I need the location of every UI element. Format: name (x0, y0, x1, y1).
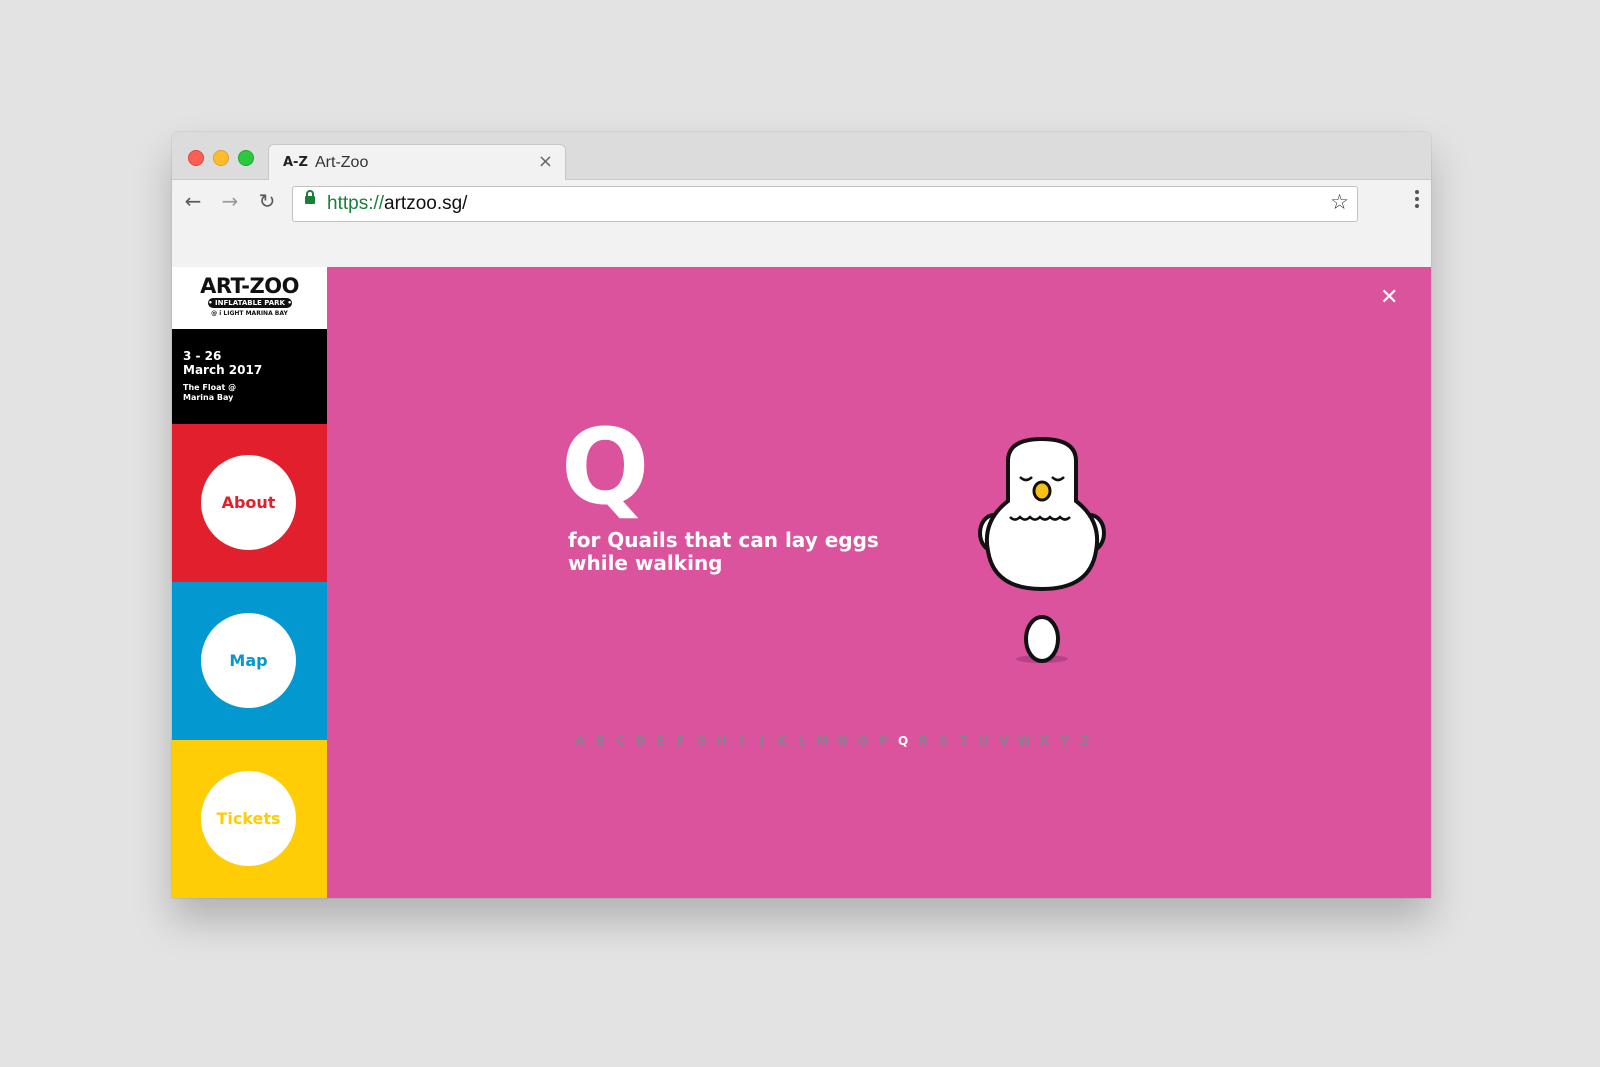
site-logo[interactable]: ART-ZOO • INFLATABLE PARK • @ i LIGHT MA… (172, 267, 327, 329)
lock-icon (305, 190, 315, 204)
alphabet-letter-r[interactable]: R (913, 734, 933, 754)
caption-line-2: while walking (568, 551, 723, 575)
letter-caption: for Quails that can lay eggs while walki… (568, 529, 888, 575)
alphabet-letter-k[interactable]: K (772, 734, 792, 754)
alphabet-letter-p[interactable]: P (873, 734, 893, 754)
nav-map: Map (172, 582, 327, 740)
nav-about: About (172, 424, 327, 582)
event-month: March 2017 (183, 363, 263, 377)
event-venue: The Float @ Marina Bay (183, 383, 236, 403)
alphabet-letter-q[interactable]: Q (893, 734, 913, 754)
alphabet-letter-h[interactable]: H (711, 734, 731, 754)
close-window-button[interactable] (188, 150, 204, 166)
event-date-range: 3 - 26 (183, 349, 222, 363)
about-button[interactable]: About (201, 455, 296, 550)
browser-window: A-Z Art-Zoo × ← → ↻ https://artzoo.sg/ ☆… (172, 132, 1431, 898)
sidebar: ART-ZOO • INFLATABLE PARK • @ i LIGHT MA… (172, 267, 327, 898)
caption-line-1: for Quails that can lay eggs (568, 528, 879, 552)
title-bar: A-Z Art-Zoo × (172, 132, 1431, 181)
alphabet-letter-v[interactable]: V (994, 734, 1014, 754)
alphabet-letter-j[interactable]: J (752, 734, 772, 754)
alphabet-letter-z[interactable]: Z (1075, 734, 1095, 754)
alphabet-letter-y[interactable]: Y (1055, 734, 1075, 754)
egg-icon (1024, 615, 1060, 663)
web-page: ART-ZOO • INFLATABLE PARK • @ i LIGHT MA… (172, 267, 1431, 898)
alphabet-letter-x[interactable]: X (1034, 734, 1054, 754)
url-scheme: https:// (327, 193, 385, 214)
browser-tab[interactable]: A-Z Art-Zoo × (268, 144, 566, 181)
alphabet-letter-g[interactable]: G (691, 734, 711, 754)
minimize-window-button[interactable] (213, 150, 229, 166)
quail-icon (978, 436, 1106, 663)
alphabet-letter-d[interactable]: D (631, 734, 651, 754)
alphabet-letter-n[interactable]: N (832, 734, 852, 754)
url-text[interactable]: https://artzoo.sg/ (327, 193, 467, 215)
alphabet-letter-i[interactable]: I (732, 734, 752, 754)
quail-body (985, 436, 1099, 592)
venue-line-2: Marina Bay (183, 393, 234, 402)
alphabet-letter-b[interactable]: B (590, 734, 610, 754)
nav-tickets: Tickets (172, 740, 327, 898)
alphabet-letter-a[interactable]: A (570, 734, 590, 754)
bookmark-star-icon[interactable]: ☆ (1330, 190, 1349, 214)
logo-pill: • INFLATABLE PARK • (208, 298, 292, 308)
venue-line-1: The Float @ (183, 383, 237, 392)
alphabet-letter-o[interactable]: O (853, 734, 873, 754)
alphabet-letter-f[interactable]: F (671, 734, 691, 754)
alphabet-letter-s[interactable]: S (933, 734, 953, 754)
reload-icon[interactable]: ↻ (256, 190, 278, 212)
back-arrow-icon[interactable]: ← (182, 190, 204, 212)
tickets-button[interactable]: Tickets (201, 771, 296, 866)
bookmarks-bar (172, 224, 1431, 264)
alphabet-letter-c[interactable]: C (610, 734, 630, 754)
forward-arrow-icon[interactable]: → (219, 190, 241, 212)
tab-title: Art-Zoo (315, 154, 369, 171)
browser-toolbar: ← → ↻ https://artzoo.sg/ ☆ (172, 180, 1431, 224)
url-host: artzoo.sg/ (384, 193, 468, 214)
logo-title: ART-ZOO (200, 274, 299, 298)
featured-letter: Q (561, 406, 650, 528)
browser-menu-icon[interactable] (1415, 190, 1419, 211)
alphabet-letter-l[interactable]: L (792, 734, 812, 754)
beak (1032, 480, 1052, 502)
map-button[interactable]: Map (201, 613, 296, 708)
close-icon[interactable]: ✕ (1380, 285, 1398, 310)
alphabet-letter-t[interactable]: T (954, 734, 974, 754)
address-bar[interactable]: https://artzoo.sg/ ☆ (292, 186, 1358, 222)
alphabet-letter-e[interactable]: E (651, 734, 671, 754)
alphabet-letter-m[interactable]: M (812, 734, 832, 754)
favicon-icon: A-Z (283, 155, 308, 170)
maximize-window-button[interactable] (238, 150, 254, 166)
alphabet-nav: ABCDEFGHIJKLMNOPQRSTUVWXYZ (570, 734, 1095, 754)
event-info: 3 - 26 March 2017 The Float @ Marina Bay (172, 329, 327, 424)
alphabet-letter-u[interactable]: U (974, 734, 994, 754)
logo-subtitle: @ i LIGHT MARINA BAY (211, 310, 288, 317)
alphabet-letter-w[interactable]: W (1014, 734, 1034, 754)
tab-close-icon[interactable]: × (538, 151, 553, 172)
